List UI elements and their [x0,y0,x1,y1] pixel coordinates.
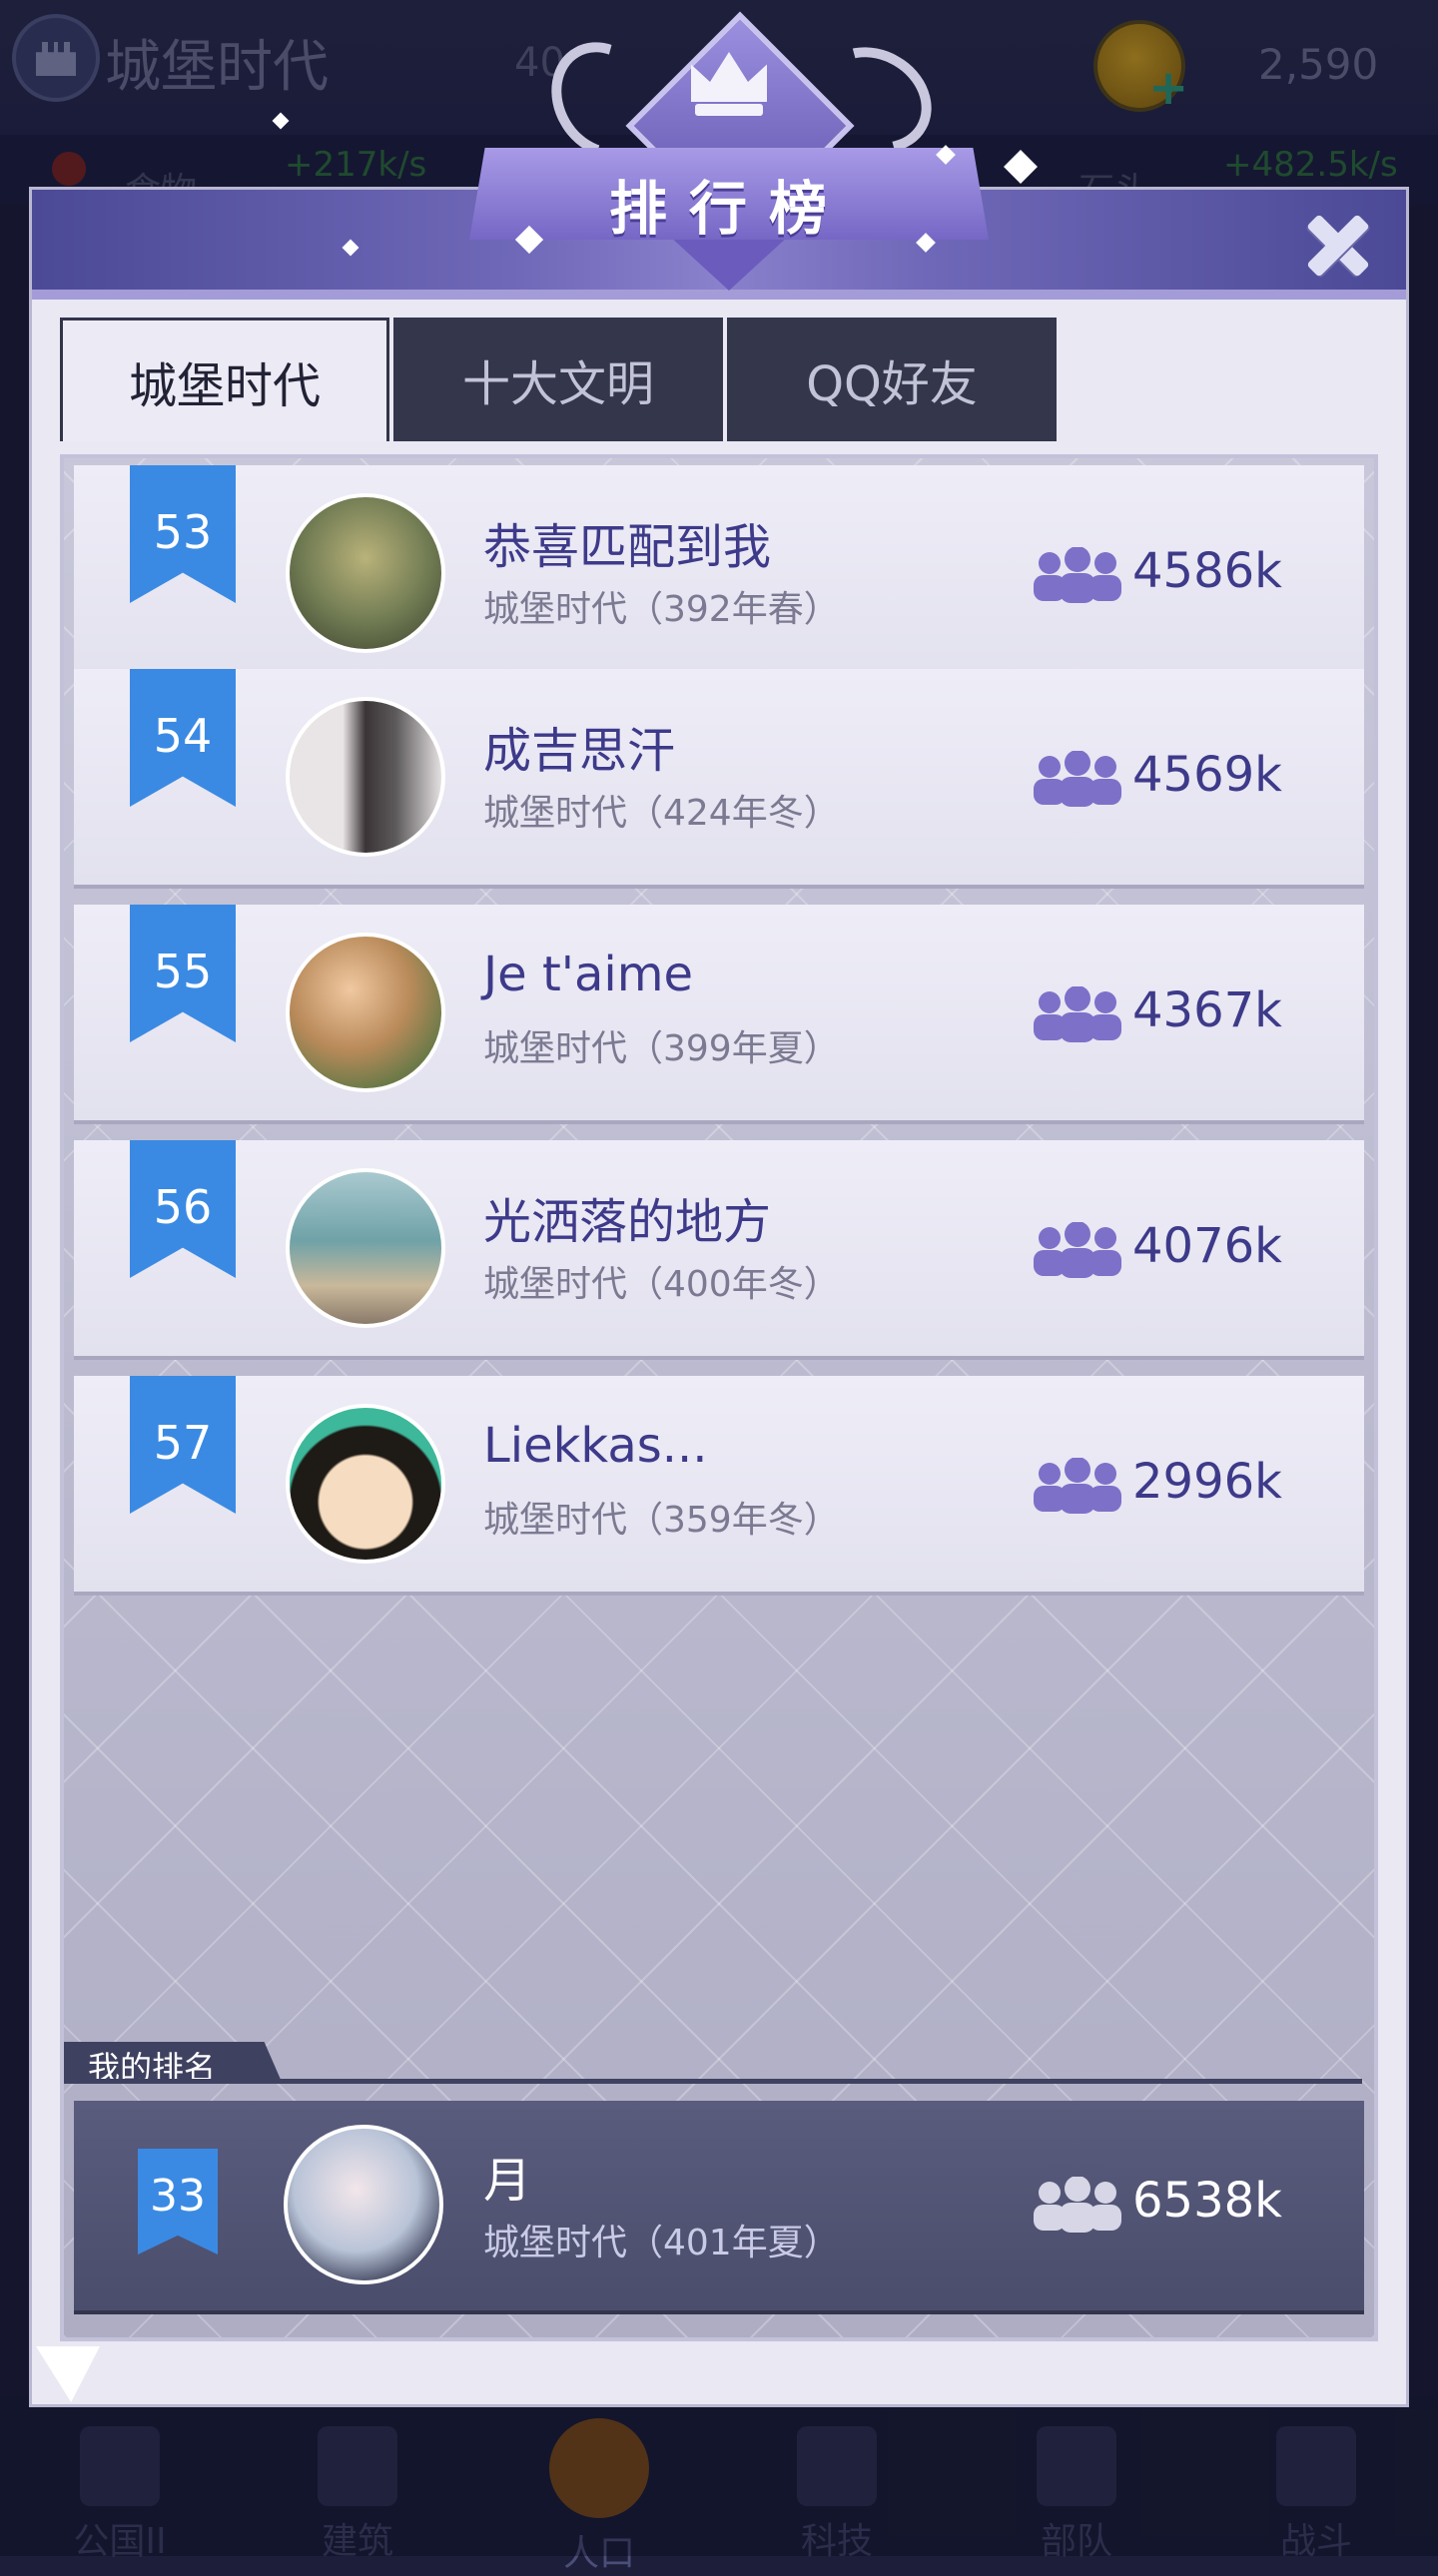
player-era: 城堡时代（424年冬） [483,793,840,834]
list-item[interactable]: 54 成吉思汗 城堡时代（424年冬） 4569k [74,669,1364,885]
population-value: 4076k [1132,1218,1282,1274]
population-value: 6538k [1132,2173,1282,2229]
rank-number: 33 [150,2171,206,2222]
population-value: 4367k [1132,982,1282,1038]
player-name: 恭喜匹配到我 [483,519,772,575]
my-rank-row[interactable]: 33 月 城堡时代（401年夏） 6538k [74,2101,1364,2310]
list-item[interactable]: 55 Je t'aime 城堡时代（399年夏） 4367k [74,905,1364,1120]
divider [64,2079,1362,2084]
avatar[interactable] [286,697,445,857]
player-era: 城堡时代（400年冬） [483,1264,840,1305]
tab-top-civilizations[interactable]: 十大文明 [393,318,723,441]
player-name: 月 [483,2153,532,2209]
avatar[interactable] [286,1404,445,1564]
avatar[interactable] [286,493,445,653]
population-icon [1034,751,1121,807]
population-icon [1034,1458,1121,1514]
modal-title: 排行榜 [608,175,849,243]
player-name: 成吉思汗 [483,723,676,779]
list-item[interactable]: 56 光洒落的地方 城堡时代（400年冬） 4076k [74,1140,1364,1356]
list-item[interactable]: 53 恭喜匹配到我 城堡时代（392年春） 4586k [74,465,1364,681]
population-value: 4586k [1132,543,1282,599]
population-icon [1034,986,1121,1042]
player-name: Liekkas... [483,1418,708,1474]
population-icon [1034,1222,1121,1278]
crown-base [695,104,763,116]
player-name: 光洒落的地方 [483,1194,772,1250]
rank-number: 54 [153,709,213,763]
player-name: Je t'aime [483,947,693,1002]
population-value: 2996k [1132,1454,1282,1510]
close-button[interactable] [1298,205,1378,285]
rank-number: 56 [153,1180,213,1234]
player-era: 城堡时代（401年夏） [483,2223,840,2263]
title-badge: 排行榜 [469,0,989,300]
population-icon [1034,2177,1121,2233]
rank-number: 57 [153,1416,213,1470]
rank-number: 55 [153,945,213,998]
avatar[interactable] [286,933,445,1092]
rank-number: 53 [153,505,213,559]
list-item[interactable]: 57 Liekkas... 城堡时代（359年冬） 2996k [74,1376,1364,1592]
population-icon [1034,547,1121,603]
player-era: 城堡时代（392年春） [483,589,840,630]
player-era: 城堡时代（399年夏） [483,1028,840,1069]
population-value: 4569k [1132,747,1282,803]
avatar[interactable] [284,2125,443,2284]
player-era: 城堡时代（359年冬） [483,1500,840,1541]
avatar[interactable] [286,1168,445,1328]
tab-castle-age[interactable]: 城堡时代 [60,318,389,441]
tab-qq-friends[interactable]: QQ好友 [727,318,1057,441]
